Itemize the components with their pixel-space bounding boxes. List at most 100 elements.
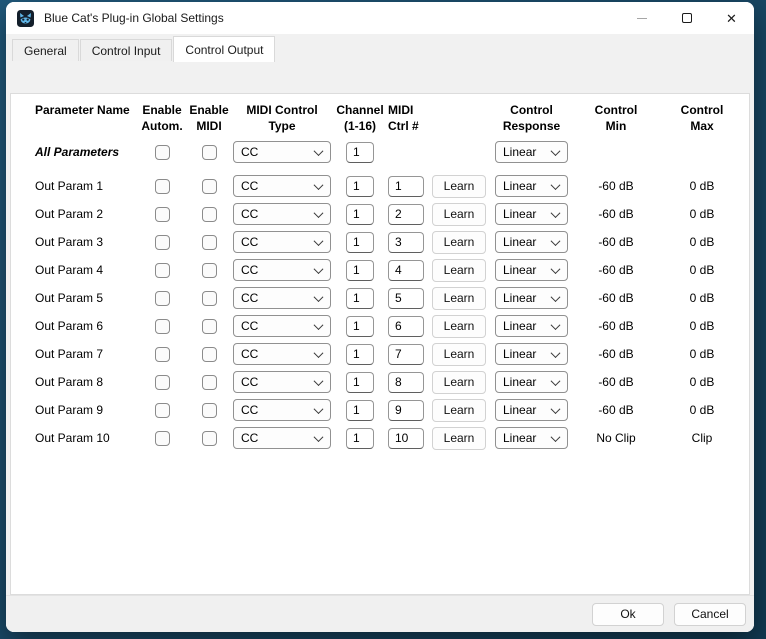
chevron-down-icon	[314, 264, 324, 274]
control-response-select[interactable]: Linear	[495, 427, 568, 449]
midi-control-type-select[interactable]: CC	[233, 399, 331, 421]
midi-control-type-select[interactable]: CC	[233, 231, 331, 253]
control-response-select[interactable]: Linear	[495, 371, 568, 393]
control-response-select[interactable]: Linear	[495, 175, 568, 197]
enable-midi-checkbox[interactable]	[202, 347, 217, 362]
enable-midi-checkbox[interactable]	[202, 319, 217, 334]
ok-button[interactable]: Ok	[592, 603, 664, 626]
enable-autom-checkbox[interactable]	[155, 263, 170, 278]
enable-autom-checkbox[interactable]	[155, 347, 170, 362]
learn-button[interactable]: Learn	[432, 371, 486, 394]
midi-ctrl-input[interactable]	[388, 316, 424, 337]
control-response-select[interactable]: Linear	[495, 315, 568, 337]
enable-midi-checkbox[interactable]	[202, 235, 217, 250]
enable-midi-checkbox[interactable]	[202, 431, 217, 446]
learn-button[interactable]: Learn	[432, 259, 486, 282]
midi-ctrl-input[interactable]	[388, 428, 424, 449]
enable-midi-checkbox[interactable]	[202, 375, 217, 390]
midi-ctrl-input[interactable]	[388, 204, 424, 225]
midi-control-type-select[interactable]: CC	[233, 175, 331, 197]
control-response-select[interactable]: Linear	[495, 203, 568, 225]
control-response-select[interactable]: Linear	[495, 287, 568, 309]
title-bar[interactable]: Blue Cat's Plug-in Global Settings ✕	[6, 2, 754, 34]
control-max-value: 0 dB	[662, 403, 742, 417]
channel-input[interactable]	[346, 344, 374, 365]
channel-input[interactable]	[346, 176, 374, 197]
learn-button[interactable]: Learn	[432, 427, 486, 450]
channel-input[interactable]	[346, 400, 374, 421]
tab-control-input[interactable]: Control Input	[80, 39, 173, 61]
midi-ctrl-input[interactable]	[388, 176, 424, 197]
control-max-value: 0 dB	[662, 207, 742, 221]
cancel-button[interactable]: Cancel	[674, 603, 746, 626]
midi-control-type-select[interactable]: CC	[233, 259, 331, 281]
midi-control-type-select[interactable]: CC	[233, 287, 331, 309]
enable-autom-checkbox[interactable]	[155, 375, 170, 390]
midi-ctrl-input[interactable]	[388, 372, 424, 393]
enable-midi-checkbox[interactable]	[202, 263, 217, 278]
chevron-down-icon	[551, 292, 561, 302]
channel-input[interactable]	[346, 288, 374, 309]
control-response-select[interactable]: Linear	[495, 141, 568, 163]
chevron-down-icon	[551, 348, 561, 358]
learn-button[interactable]: Learn	[432, 175, 486, 198]
channel-input[interactable]	[346, 372, 374, 393]
midi-control-type-select[interactable]: CC	[233, 315, 331, 337]
enable-autom-checkbox[interactable]	[155, 319, 170, 334]
tab-general[interactable]: General	[12, 39, 79, 61]
enable-midi-checkbox[interactable]	[202, 207, 217, 222]
control-response-select[interactable]: Linear	[495, 259, 568, 281]
maximize-button[interactable]	[664, 2, 709, 34]
enable-autom-checkbox[interactable]	[155, 291, 170, 306]
control-response-select[interactable]: Linear	[495, 399, 568, 421]
close-button[interactable]: ✕	[709, 2, 754, 34]
enable-autom-checkbox[interactable]	[155, 431, 170, 446]
minimize-button[interactable]	[619, 2, 664, 34]
enable-midi-checkbox[interactable]	[202, 179, 217, 194]
midi-ctrl-input[interactable]	[388, 260, 424, 281]
table-row: Out Param 3 CC Learn Linear -60 dB 0 dB	[35, 228, 749, 256]
channel-input[interactable]	[346, 428, 374, 449]
chevron-down-icon	[314, 236, 324, 246]
control-min-value: -60 dB	[576, 263, 656, 277]
midi-control-type-select[interactable]: CC	[233, 343, 331, 365]
control-response-select[interactable]: Linear	[495, 231, 568, 253]
learn-button[interactable]: Learn	[432, 343, 486, 366]
midi-ctrl-input[interactable]	[388, 400, 424, 421]
midi-ctrl-input[interactable]	[388, 232, 424, 253]
enable-autom-checkbox[interactable]	[155, 403, 170, 418]
enable-autom-checkbox[interactable]	[155, 145, 170, 160]
midi-ctrl-input[interactable]	[388, 288, 424, 309]
enable-midi-checkbox[interactable]	[202, 145, 217, 160]
control-response-select[interactable]: Linear	[495, 343, 568, 365]
enable-autom-checkbox[interactable]	[155, 235, 170, 250]
enable-midi-checkbox[interactable]	[202, 291, 217, 306]
enable-autom-checkbox[interactable]	[155, 179, 170, 194]
midi-control-type-select[interactable]: CC	[233, 371, 331, 393]
channel-input[interactable]	[346, 260, 374, 281]
learn-button[interactable]: Learn	[432, 231, 486, 254]
chevron-down-icon	[551, 264, 561, 274]
table-row: Out Param 4 CC Learn Linear -60 dB 0 dB	[35, 256, 749, 284]
header-enable-midi: EnableMIDI	[201, 102, 217, 134]
midi-ctrl-input[interactable]	[388, 344, 424, 365]
enable-midi-checkbox[interactable]	[202, 403, 217, 418]
chevron-down-icon	[314, 180, 324, 190]
learn-button[interactable]: Learn	[432, 203, 486, 226]
learn-button[interactable]: Learn	[432, 287, 486, 310]
channel-input[interactable]	[346, 204, 374, 225]
close-icon: ✕	[726, 12, 737, 25]
channel-input[interactable]	[346, 316, 374, 337]
midi-control-type-select[interactable]: CC	[233, 141, 331, 163]
learn-button[interactable]: Learn	[432, 315, 486, 338]
midi-control-type-select[interactable]: CC	[233, 427, 331, 449]
chevron-down-icon	[314, 292, 324, 302]
channel-input[interactable]	[346, 232, 374, 253]
learn-button[interactable]: Learn	[432, 399, 486, 422]
channel-input[interactable]	[346, 142, 374, 163]
chevron-down-icon	[314, 208, 324, 218]
tab-control-output[interactable]: Control Output	[173, 36, 275, 62]
header-control-max: ControlMax	[662, 102, 742, 134]
enable-autom-checkbox[interactable]	[155, 207, 170, 222]
midi-control-type-select[interactable]: CC	[233, 203, 331, 225]
